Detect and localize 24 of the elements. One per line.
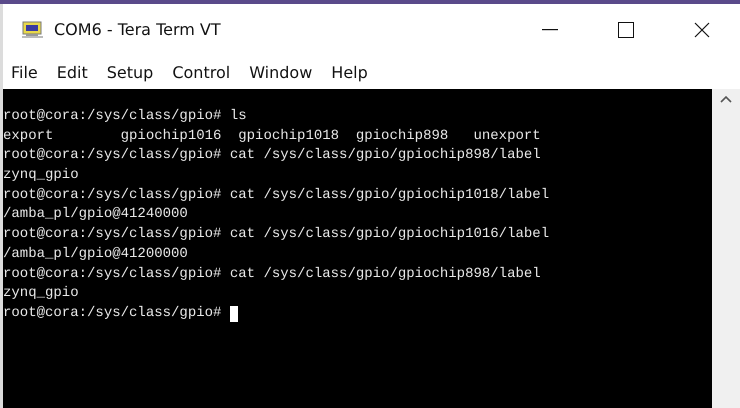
terminal-line: root@cora:/sys/class/gpio# ls	[3, 107, 247, 126]
scroll-up-icon[interactable]	[720, 95, 732, 103]
window-title: COM6 - Tera Term VT	[54, 20, 221, 39]
terminal-line: zynq_gpio	[3, 284, 79, 304]
menu-item[interactable]: Control	[172, 62, 230, 82]
scrollbar[interactable]	[712, 89, 740, 408]
minimize-icon	[542, 28, 558, 30]
terminal-line: /amba_pl/gpio@41240000	[3, 205, 188, 224]
terminal-line: root@cora:/sys/class/gpio# cat /sys/class/gpio/gpiochip898/label	[3, 146, 541, 166]
terminal-line: root@cora:/sys/class/gpio# cat /sys/class/gpio/gpiochip898/label	[3, 264, 541, 284]
terminal-line: zynq_gpio	[3, 166, 79, 186]
terminal-line: export gpiochip1016 gpiochip1018 gpiochip898 unexport	[3, 126, 541, 146]
menu-item[interactable]: Setup	[106, 62, 154, 82]
terminal-line: /amba_pl/gpio@41200000	[3, 244, 188, 264]
menu-item[interactable]: Edit	[56, 62, 88, 82]
terminal-line: root@cora:/sys/class/gpio#	[3, 304, 222, 323]
terminal-line: root@cora:/sys/class/gpio# cat /sys/class/gpio/gpiochip1016/label	[3, 225, 550, 244]
terminal-line: root@cora:/sys/class/gpio# cat /sys/class/gpio/gpiochip1018/label	[3, 186, 550, 205]
maximize-icon	[618, 22, 634, 38]
menu-item[interactable]: Window	[249, 62, 312, 82]
menu-item[interactable]: Help	[331, 62, 368, 82]
close-icon	[694, 22, 710, 38]
menu-item[interactable]: File	[11, 62, 38, 82]
app-icon	[22, 20, 44, 38]
